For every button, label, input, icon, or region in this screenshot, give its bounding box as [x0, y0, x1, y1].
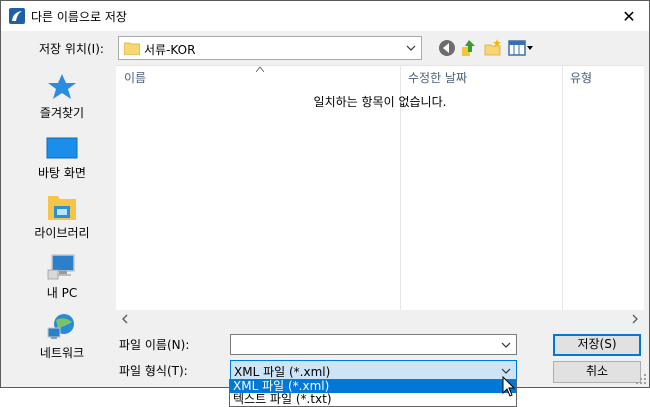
- place-libraries[interactable]: 라이브러리: [10, 186, 114, 246]
- places-bar: 즐겨찾기 바탕 화면 라이브러리 내 PC 네트워크: [10, 66, 114, 368]
- file-name-input[interactable]: [230, 334, 517, 355]
- scroll-right-icon[interactable]: [629, 313, 641, 325]
- close-button[interactable]: ✕: [609, 1, 649, 31]
- file-name-label: 파일 이름(N):: [119, 338, 190, 352]
- file-type-dropdown-list[interactable]: XML 파일 (*.xml) 텍스트 파일 (*.txt): [229, 379, 517, 407]
- close-icon: ✕: [622, 6, 636, 26]
- window-title: 다른 이름으로 저장: [31, 10, 127, 24]
- place-this-pc[interactable]: 내 PC: [10, 246, 114, 306]
- back-icon[interactable]: [437, 38, 457, 58]
- desktop-icon: [46, 137, 78, 159]
- up-folder-icon[interactable]: [459, 38, 479, 58]
- save-location-value: 서류-KOR: [144, 43, 196, 57]
- file-type-select[interactable]: XML 파일 (*.xml): [230, 360, 517, 381]
- save-location-label: 저장 위치(I):: [39, 42, 104, 56]
- title-bar: 다른 이름으로 저장 ✕: [1, 1, 649, 31]
- file-type-value: XML 파일 (*.xml): [234, 365, 331, 379]
- place-label: 바탕 화면: [38, 166, 86, 180]
- column-header-date[interactable]: 수정한 날짜: [400, 66, 562, 88]
- save-button[interactable]: 저장(S): [553, 334, 641, 356]
- horizontal-scrollbar[interactable]: [116, 310, 644, 328]
- sort-ascending-icon: [256, 66, 264, 72]
- file-type-label: 파일 형식(T):: [119, 364, 188, 378]
- folder-icon: [124, 42, 140, 55]
- place-label: 네트워크: [39, 346, 85, 360]
- view-menu-icon[interactable]: [507, 38, 535, 58]
- file-list-view[interactable]: 이름 수정한 날짜 유형 일치하는 항목이 없습니다.: [116, 65, 644, 328]
- empty-list-message: 일치하는 항목이 없습니다.: [313, 95, 447, 109]
- save-location-combo[interactable]: 서류-KOR: [118, 36, 422, 60]
- save-as-dialog: 다른 이름으로 저장 ✕ 저장 위치(I): 서류-KOR 즐겨찾기 바탕 화면…: [0, 0, 650, 388]
- file-type-option-txt[interactable]: 텍스트 파일 (*.txt): [230, 393, 516, 406]
- app-logo-icon: [9, 8, 25, 24]
- scroll-left-icon[interactable]: [119, 313, 131, 325]
- resize-grip-icon[interactable]: [635, 373, 647, 385]
- cancel-button[interactable]: 취소: [553, 361, 641, 383]
- mouse-pointer-icon: [502, 376, 516, 397]
- network-icon: [47, 314, 74, 339]
- star-icon: [48, 74, 76, 99]
- chevron-down-icon[interactable]: [405, 42, 417, 54]
- new-folder-icon[interactable]: [483, 38, 503, 58]
- place-label: 즐겨찾기: [39, 106, 85, 120]
- place-label: 내 PC: [46, 286, 78, 300]
- place-label: 라이브러리: [34, 226, 90, 240]
- library-icon: [48, 196, 76, 220]
- chevron-down-icon[interactable]: [500, 339, 512, 351]
- computer-icon: [47, 254, 75, 280]
- place-favorites[interactable]: 즐겨찾기: [10, 66, 114, 126]
- place-desktop[interactable]: 바탕 화면: [10, 126, 114, 186]
- place-network[interactable]: 네트워크: [10, 306, 114, 366]
- column-header-type[interactable]: 유형: [562, 66, 644, 88]
